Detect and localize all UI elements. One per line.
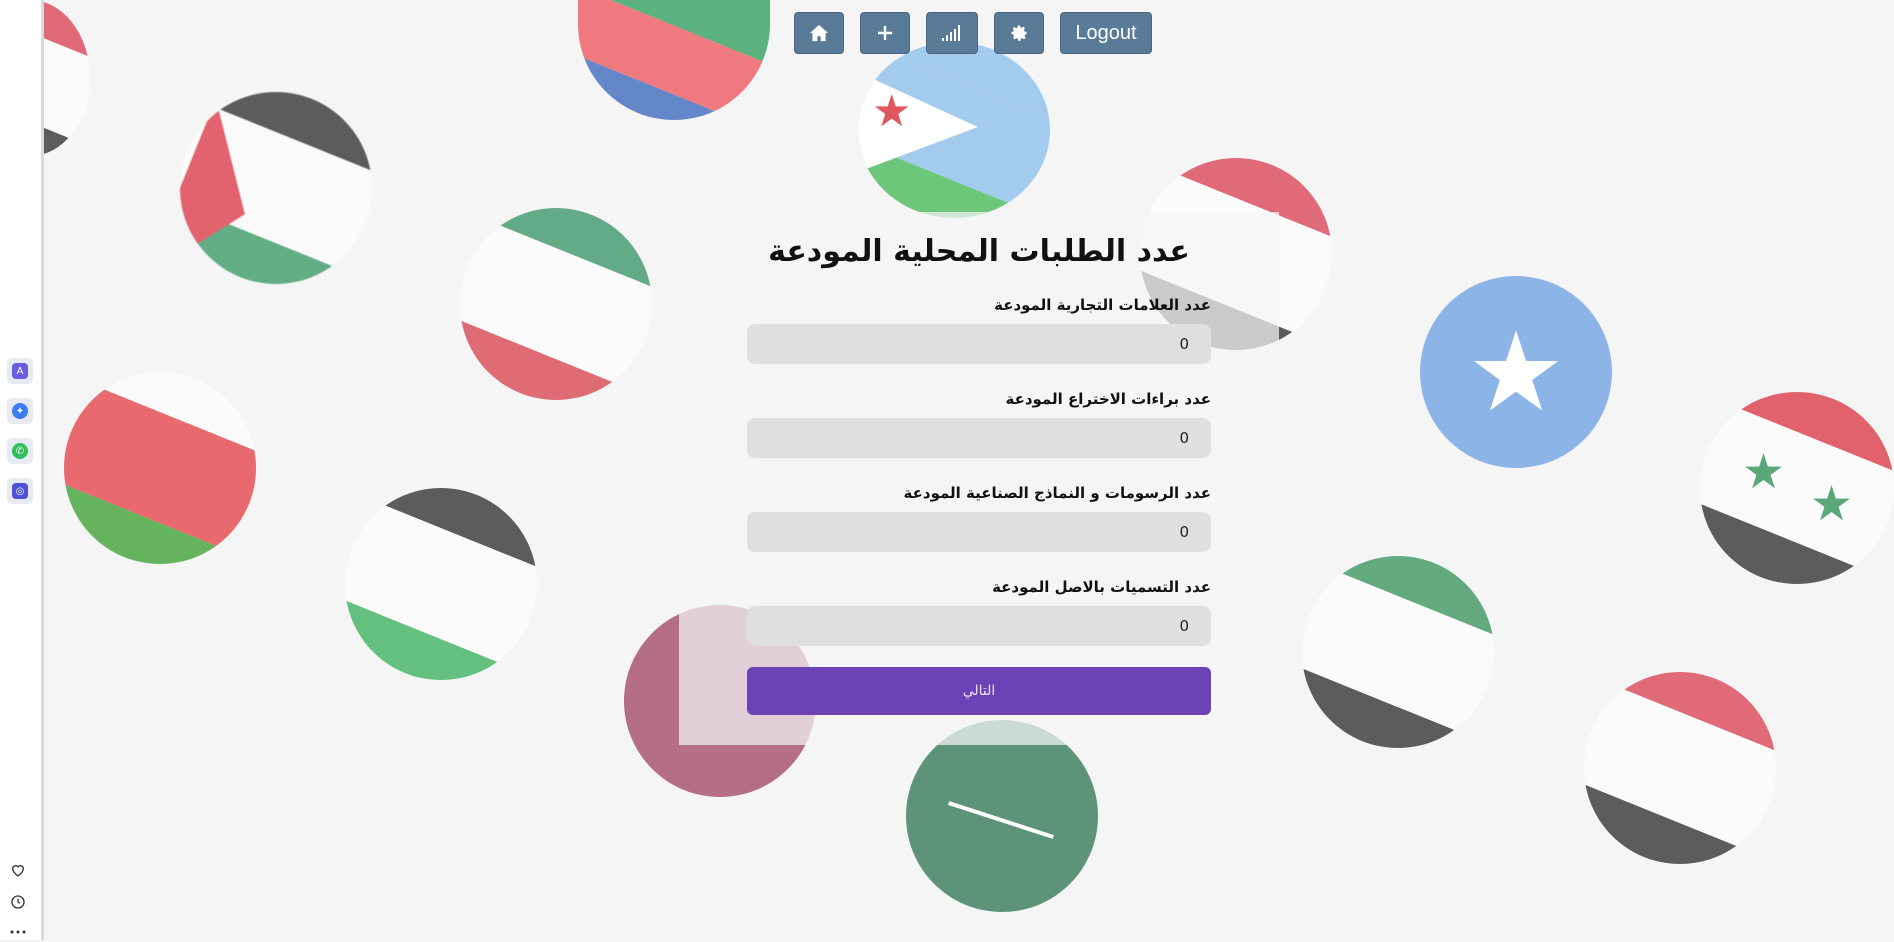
flag-decoration: ★ [858,42,1050,218]
trademarks-input[interactable] [747,324,1211,364]
flag-decoration [1302,556,1494,748]
flag-decoration: ★ [1420,276,1612,468]
flag-decoration [460,208,652,400]
flag-decoration [578,0,770,120]
signal-bars-icon [942,25,960,41]
add-button[interactable] [860,12,910,54]
home-button[interactable] [794,12,844,54]
flag-decoration [906,720,1098,912]
patents-label: عدد براءات الاختراع المودعة [1005,390,1211,408]
form-card: عدد الطلبات المحلية المودعة عدد العلامات… [679,212,1279,745]
settings-button[interactable] [994,12,1044,54]
next-button[interactable]: التالي [747,667,1211,715]
more-icon[interactable] [8,922,28,942]
plus-icon [878,26,892,40]
flag-decoration [1584,672,1776,864]
gear-icon [1011,25,1027,41]
flag-decoration [64,372,256,564]
industrial-designs-label: عدد الرسومات و النماذج الصناعية المودعة [903,484,1211,502]
messenger-icon[interactable]: ✦ [7,398,33,424]
flag-decoration: ★ ★ [1700,392,1894,584]
flag-decoration [345,488,537,680]
home-icon [810,24,828,42]
logout-button[interactable]: Logout [1060,12,1152,54]
clock-icon[interactable] [8,892,28,912]
top-navigation: Logout [794,12,1152,54]
stats-button[interactable] [926,12,978,54]
assistant-icon[interactable]: ◎ [7,478,33,504]
industrial-designs-input[interactable] [747,512,1211,552]
whatsapp-icon[interactable]: ✆ [7,438,33,464]
trademarks-label: عدد العلامات التجارية المودعة [994,296,1211,314]
appellations-of-origin-input[interactable] [747,606,1211,646]
app-launcher-icon[interactable]: A [7,358,33,384]
browser-sidebar: A ✦ ✆ ◎ [0,0,44,940]
flag-decoration [180,92,372,284]
patents-input[interactable] [747,418,1211,458]
appellations-of-origin-label: عدد التسميات بالاصل المودعة [992,578,1211,596]
page-title: عدد الطلبات المحلية المودعة [768,234,1190,269]
heart-icon[interactable] [8,860,28,880]
